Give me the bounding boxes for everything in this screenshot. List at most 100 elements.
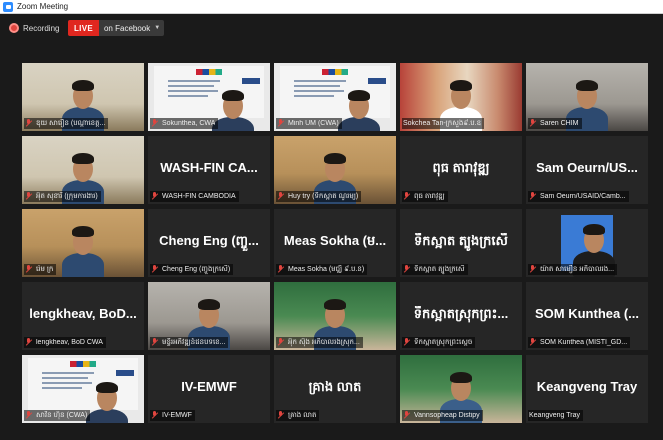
participant-figure [60,223,106,277]
participant-name: អ៊ុក ស៊ុង អភិបាលរងស្រុក... [288,338,360,346]
participant-tile[interactable]: ទឹកស្អាត ត្បូងក្រសើ ទឹកស្អាត ត្បូងក្រសើ [400,209,522,277]
muted-mic-icon [151,338,159,347]
participant-name-label: Sokunthea, CWA [150,118,219,129]
participant-tile[interactable]: Minh UM (CWA) [274,63,396,131]
participant-name-label: អ៊ុក ស៊ុង អភិបាលរងស្រុក... [276,337,363,348]
participant-figure [84,379,130,423]
participant-name-label: អ៊ុត សុខារី (ក្រុមការងារ) [24,191,101,202]
participant-name-label: Keangveng Tray [528,410,583,421]
muted-mic-icon [277,119,285,128]
participant-tile[interactable]: ពុធ តារាវុឌ្ឍ ពុធ តារាវុឌ្ឍ [400,136,522,204]
muted-mic-icon [529,338,537,347]
participant-tile[interactable]: សាវិន ហ៊ុន (CWA) [22,355,144,423]
participant-display-name: ពុធ តារាវុឌ្ឍ [432,160,490,175]
recording-indicator[interactable]: Recording [9,23,59,33]
participant-tile[interactable]: Meas Sokha (ម... Meas Sokha (មជ្ឈិ ៩.ប.ន) [274,209,396,277]
participant-name: គ្រាង លាត [288,411,317,419]
participant-tile[interactable]: Sokunthea, CWA [148,63,270,131]
muted-mic-icon [277,192,285,201]
participant-tile[interactable]: Huy try (ទឹកស្អាត ណូរម្យ) [274,136,396,204]
participant-tile[interactable]: យ៉ាត សាមឿន អភិបាលរង... [526,209,648,277]
participant-name-label: រ៉េម ក្រ [24,264,57,275]
participant-name-label: សាវិន ហ៊ុន (CWA) [24,410,91,421]
participant-display-name: lengkheav, BoD... [29,306,137,321]
participant-display-name: Meas Sokha (ម... [283,233,387,248]
participant-display-name: Keangveng Tray [536,379,638,394]
muted-mic-icon [277,265,285,274]
participant-name: Saren CHIM [540,120,579,127]
participant-name: Sam Oeurn/USAID/Camb... [540,193,626,200]
participant-tile[interactable]: អ៊ុក ស៊ុង អភិបាលរងស្រុក... [274,282,396,350]
participant-tile[interactable]: IV-EMWF IV-EMWF [148,355,270,423]
participant-name: WASH-FIN CAMBODIA [162,193,236,200]
participant-display-name: គ្រាង លាត [308,379,362,394]
muted-mic-icon [277,338,285,347]
participant-display-name: Cheng Eng (ញ្ចួ... [159,233,259,248]
live-target-label: on Facebook [103,23,151,33]
muted-mic-icon [403,411,411,420]
muted-mic-icon [151,119,159,128]
participant-name: រ៉េម ក្រ [36,265,54,273]
participant-tile[interactable]: Saren CHIM [526,63,648,131]
participant-name: SOM Kunthea (MISTI_GD... [540,339,628,346]
participant-display-name: Sam Oeurn/US... [536,160,638,175]
participant-tile[interactable]: ទឹកស្អាតស្រុកព្រះ... ទឹកស្អាតស្រុកព្រះស្ត… [400,282,522,350]
participant-display-name: ទឹកស្អាត ត្បូងក្រសើ [414,233,508,248]
participant-name-label: យ៉ាត សាមឿន អភិបាលរង... [528,264,618,275]
chevron-down-icon: ▼ [154,25,161,31]
participant-tile[interactable]: មន្ទីរអភិវឌ្ឍន៍ជនបទខេ... [148,282,270,350]
participant-tile[interactable]: Cheng Eng (ញ្ចួ... Cheng Eng (ញ្ចួងក្រសើ) [148,209,270,277]
participant-name-label: WASH-FIN CAMBODIA [150,191,239,202]
participant-tile[interactable]: SOM Kunthea (... SOM Kunthea (MISTI_GD... [526,282,648,350]
participant-name-label: Vannsopheap Distipy [402,410,483,421]
live-stream-dropdown[interactable]: LIVE on Facebook ▼ [68,20,165,36]
muted-mic-icon [25,338,33,347]
participant-tile[interactable]: Sam Oeurn/US... Sam Oeurn/USAID/Camb... [526,136,648,204]
participant-figure [336,87,382,131]
muted-mic-icon [529,265,537,274]
participant-name: IV-EMWF [162,412,192,419]
participant-display-name: IV-EMWF [181,379,237,394]
participant-name-label: Sam Oeurn/USAID/Camb... [528,191,629,202]
participant-name: ទឹកស្អាត ត្បូងក្រសើ [414,265,465,273]
participant-display-name: WASH-FIN CA... [160,160,258,175]
participant-tile[interactable]: Vannsopheap Distipy [400,355,522,423]
muted-mic-icon [151,265,159,274]
muted-mic-icon [277,411,285,420]
muted-mic-icon [529,119,537,128]
participant-tile[interactable]: Keangveng Tray Keangveng Tray [526,355,648,423]
participant-tile[interactable]: WASH-FIN CA... WASH-FIN CAMBODIA [148,136,270,204]
muted-mic-icon [403,192,411,201]
participant-name: Sokunthea, CWA [162,120,216,127]
participant-name-label: SOM Kunthea (MISTI_GD... [528,337,631,348]
participant-tile[interactable]: ឌុយ សារឿន (បណ្តាខេត្ត... [22,63,144,131]
zoom-logo-icon [3,1,13,12]
participant-name-label: ឌុយ សារឿន (បណ្តាខេត្ត... [24,118,109,129]
window-titlebar: Zoom Meeting [0,0,663,14]
participant-tile[interactable]: lengkheav, BoD... lengkheav, BoD CWA [22,282,144,350]
participant-tile[interactable]: គ្រាង លាត គ្រាង លាត [274,355,396,423]
participant-name-label: គ្រាង លាត [276,410,320,421]
participant-name-label: មន្ទីរអភិវឌ្ឍន៍ជនបទខេ... [150,337,229,348]
muted-mic-icon [403,265,411,274]
muted-mic-icon [529,192,537,201]
muted-mic-icon [151,192,159,201]
participant-name: Cheng Eng (ញ្ចួងក្រសើ) [162,265,231,273]
muted-mic-icon [25,119,33,128]
participant-name-label: Sokchea Tan-ក្រសួង៩.ប.ឧ [402,118,485,129]
participant-name-label: IV-EMWF [150,410,195,421]
record-dot-icon [9,23,19,33]
participant-name-label: ពុធ តារាវុឌ្ឍ [402,191,448,202]
participant-name: Minh UM (CWA) [288,120,339,127]
participant-name-label: Meas Sokha (មជ្ឈិ ៩.ប.ន) [276,264,368,275]
live-badge: LIVE [68,20,99,36]
participant-name-label: ទឹកស្អាតស្រុកព្រះស្តេច [402,337,476,348]
participant-tile[interactable]: អ៊ុត សុខារី (ក្រុមការងារ) [22,136,144,204]
participant-name-label: lengkheav, BoD CWA [24,337,106,348]
muted-mic-icon [25,265,33,274]
participant-tile[interactable]: Sokchea Tan-ក្រសួង៩.ប.ឧ [400,63,522,131]
participant-display-name: SOM Kunthea (... [535,306,639,321]
participant-name: Huy try (ទឹកស្អាត ណូរម្យ) [288,192,359,200]
participant-name: អ៊ុត សុខារី (ក្រុមការងារ) [36,192,98,200]
participant-tile[interactable]: រ៉េម ក្រ [22,209,144,277]
